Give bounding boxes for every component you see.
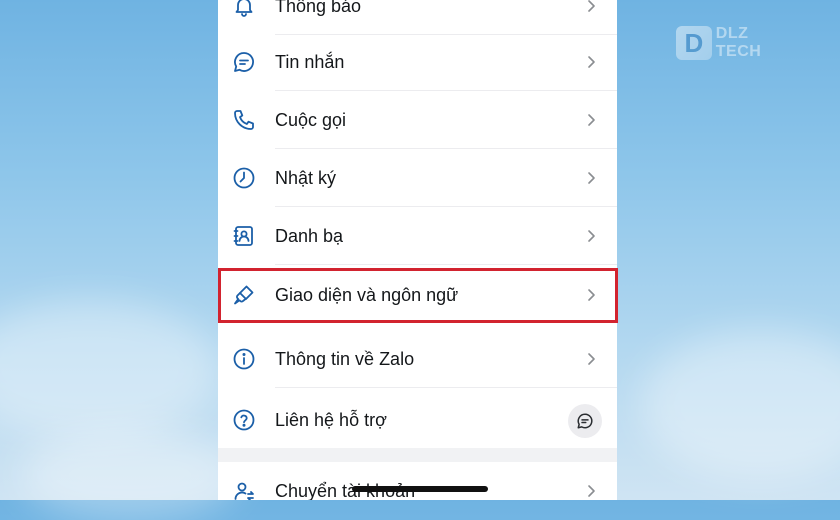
menu-item-label: Giao diện và ngôn ngữ — [275, 285, 459, 305]
menu-item-label: Thông tin về Zalo — [275, 349, 415, 369]
info-icon — [232, 347, 256, 371]
clock-icon — [232, 166, 256, 190]
bell-icon — [232, 0, 256, 18]
home-indicator[interactable] — [352, 486, 488, 492]
menu-item-contacts[interactable]: Danh bạ — [218, 207, 617, 265]
background-cloud — [20, 430, 240, 520]
chevron-right-icon — [583, 54, 599, 70]
watermark-text: DLZ TECH — [715, 25, 762, 60]
contacts-book-icon — [232, 224, 256, 248]
menu-item-label: Tin nhắn — [275, 52, 345, 72]
chevron-right-icon — [583, 0, 599, 14]
menu-item-timeline[interactable]: Nhật ký — [218, 149, 617, 207]
menu-item-label: Thông báo — [275, 0, 362, 16]
menu-item-about-zalo[interactable]: Thông tin về Zalo — [218, 330, 617, 388]
menu-item-label: Danh bạ — [275, 226, 344, 246]
chevron-right-icon — [583, 483, 599, 499]
chevron-right-icon — [583, 287, 599, 303]
menu-item-appearance-language[interactable]: Giao diện và ngôn ngữ — [218, 266, 617, 324]
menu-item-calls[interactable]: Cuộc gọi — [218, 91, 617, 149]
menu-item-label: Nhật ký — [275, 168, 337, 188]
menu-item-contact-support[interactable]: Liên hệ hỗ trợ — [218, 391, 617, 449]
switch-account-icon — [232, 479, 256, 500]
chat-support-icon — [576, 412, 594, 430]
menu-item-label: Liên hệ hỗ trợ — [275, 410, 387, 430]
chat-support-button[interactable] — [568, 404, 602, 438]
paint-brush-icon — [232, 283, 256, 307]
settings-panel: Thông báo Tin nhắn Cuộc gọi Nhật ký Danh… — [218, 0, 617, 500]
chevron-right-icon — [583, 228, 599, 244]
menu-item-label: Cuộc gọi — [275, 110, 347, 130]
menu-item-messages[interactable]: Tin nhắn — [218, 33, 617, 91]
background-cloud — [640, 330, 840, 480]
menu-item-notifications[interactable]: Thông báo — [218, 0, 617, 35]
chevron-right-icon — [583, 112, 599, 128]
row-divider — [275, 264, 617, 265]
chevron-right-icon — [583, 170, 599, 186]
phone-icon — [232, 108, 256, 132]
menu-item-switch-account[interactable]: Chuyển tài khoản — [218, 462, 617, 500]
chevron-right-icon — [583, 351, 599, 367]
help-icon — [232, 408, 256, 432]
watermark-logo: D DLZ TECH — [676, 22, 794, 64]
watermark-badge: D — [676, 26, 712, 60]
section-separator — [218, 448, 617, 462]
menu-item-label: Chuyển tài khoản — [275, 481, 416, 500]
row-divider — [275, 387, 617, 388]
background-cloud — [0, 300, 220, 440]
chat-bubble-icon — [232, 50, 256, 74]
